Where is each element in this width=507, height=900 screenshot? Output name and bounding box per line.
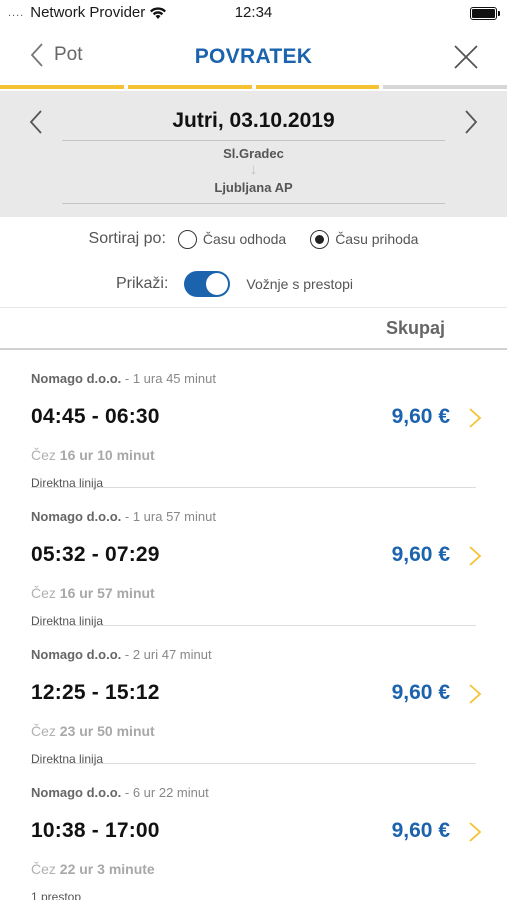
status-time: 12:34	[234, 4, 273, 21]
transfers-toggle[interactable]	[184, 271, 231, 297]
sort-option-label: Času odhoda	[202, 231, 287, 247]
close-icon	[454, 45, 478, 69]
show-label: Prikaži:	[115, 275, 169, 292]
trip-operator: Nomago d.o.o. - 1 ura 45 minut	[31, 371, 216, 386]
route-from: Sl.Gradec	[223, 146, 284, 161]
progress-step-1	[0, 85, 124, 89]
navigation-bar: Pot POVRATEK	[0, 28, 507, 85]
list-item[interactable]: Nomago d.o.o. - 2 uri 47 minut 12:25 - 1…	[31, 626, 482, 766]
trip-departs-in: Čez 16 ur 10 minut	[31, 447, 155, 463]
route-to: Ljubljana AP	[214, 180, 293, 195]
trip-type: 1 prestop	[31, 890, 82, 900]
list-item[interactable]: Nomago d.o.o. - 1 ura 45 minut 04:45 - 0…	[31, 350, 482, 490]
trip-time: 10:38 - 17:00	[31, 819, 160, 842]
trip-price: 9,60 €	[391, 819, 450, 842]
progress-step-2	[127, 85, 252, 89]
sort-option-label: Času prihoda	[335, 231, 419, 247]
status-bar: .... Network Provider 12:34	[0, 0, 507, 28]
trip-price: 9,60 €	[391, 405, 450, 428]
sort-option-arrival[interactable]: Času prihoda	[310, 229, 419, 249]
page-title: POVRATEK	[194, 45, 313, 68]
trip-departs-in: Čez 23 ur 50 minut	[31, 723, 155, 739]
chevron-right-icon	[469, 684, 482, 704]
trip-time: 05:32 - 07:29	[31, 543, 160, 566]
trip-operator: Nomago d.o.o. - 1 ura 57 minut	[31, 509, 216, 524]
trip-list: Nomago d.o.o. - 1 ura 45 minut 04:45 - 0…	[0, 350, 507, 900]
table-header: Skupaj	[0, 308, 507, 350]
trip-departs-in: Čez 22 ur 3 minute	[31, 861, 155, 877]
divider	[62, 203, 445, 204]
date-label: Jutri, 03.10.2019	[172, 109, 335, 132]
list-item[interactable]: Nomago d.o.o. - 6 ur 22 minut 10:38 - 17…	[31, 764, 482, 900]
progress-step-3	[255, 85, 380, 89]
progress-step-4	[383, 85, 507, 89]
chevron-right-icon	[469, 408, 482, 428]
divider	[62, 140, 445, 141]
sort-row: Sortiraj po: Času odhoda Času prihoda	[0, 217, 507, 261]
trip-departs-in: Čez 16 ur 57 minut	[31, 585, 155, 601]
battery-icon	[470, 7, 500, 20]
total-column-header: Skupaj	[385, 318, 445, 338]
next-day-button[interactable]	[463, 109, 479, 140]
trip-operator: Nomago d.o.o. - 6 ur 22 minut	[31, 785, 209, 800]
trip-price: 9,60 €	[391, 543, 450, 566]
trip-price: 9,60 €	[391, 681, 450, 704]
list-item[interactable]: Nomago d.o.o. - 1 ura 57 minut 05:32 - 0…	[31, 488, 482, 628]
toggle-label: Vožnje s prestopi	[246, 276, 354, 292]
trip-time: 12:25 - 15:12	[31, 681, 160, 704]
show-row: Prikaži: Vožnje s prestopi	[0, 261, 507, 308]
radio-checked-icon	[310, 229, 330, 249]
radio-unchecked-icon	[177, 229, 197, 249]
arrow-down-icon: ↓	[249, 161, 258, 178]
close-button[interactable]	[453, 44, 479, 70]
trip-time: 04:45 - 06:30	[31, 405, 160, 428]
chevron-right-icon	[465, 110, 478, 134]
sort-label: Sortiraj po:	[88, 230, 166, 247]
trip-operator: Nomago d.o.o. - 2 uri 47 minut	[31, 647, 212, 662]
chevron-right-icon	[469, 546, 482, 566]
date-panel: Jutri, 03.10.2019 Sl.Gradec ↓ Ljubljana …	[0, 91, 507, 217]
chevron-right-icon	[469, 822, 482, 842]
sort-option-departure[interactable]: Času odhoda	[177, 229, 287, 249]
